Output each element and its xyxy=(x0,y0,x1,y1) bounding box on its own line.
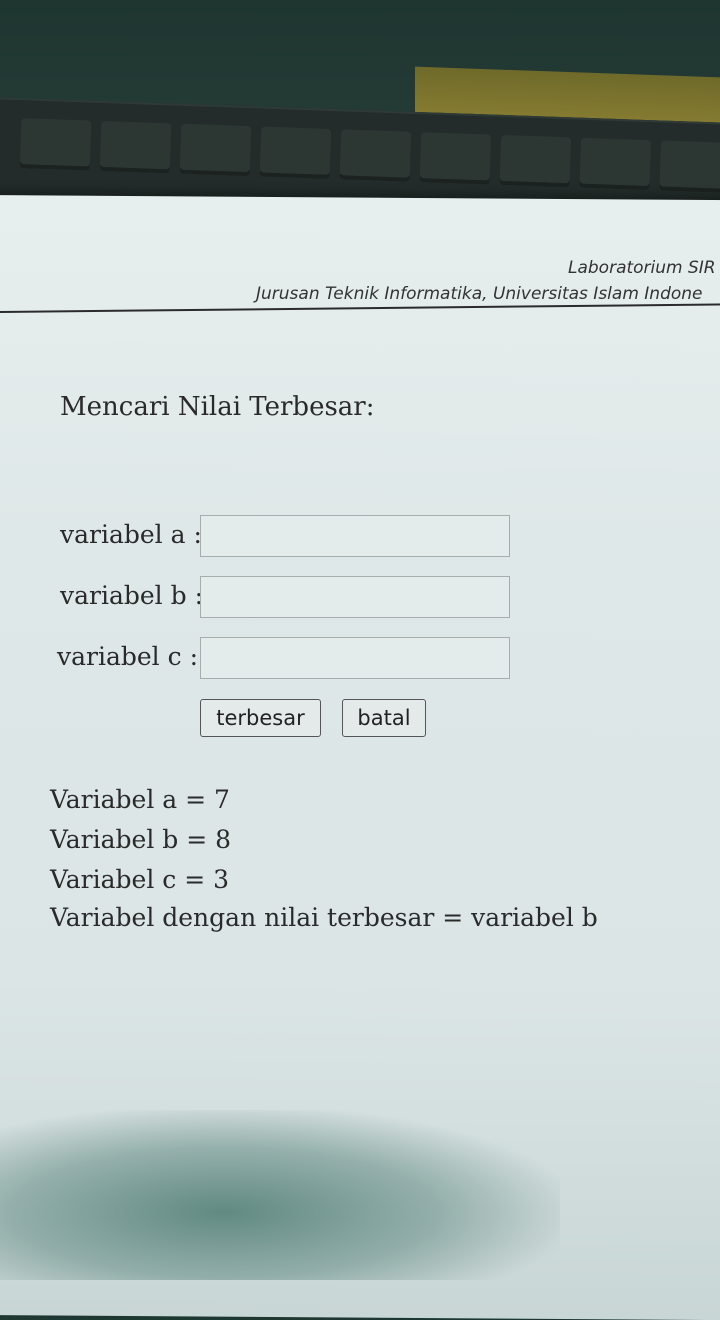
keyboard-key xyxy=(99,120,172,174)
result-line-b: Variabel b = 8 xyxy=(50,825,232,854)
keyboard-key xyxy=(579,137,652,191)
keyboard-key xyxy=(419,132,492,185)
input-variabel-b[interactable] xyxy=(200,576,510,618)
keyboard-key xyxy=(19,118,92,171)
label-variabel-a: variabel a : xyxy=(60,520,202,549)
input-variabel-a[interactable] xyxy=(200,515,510,557)
input-variabel-c[interactable] xyxy=(200,637,510,679)
terbesar-button[interactable]: terbesar xyxy=(200,699,321,737)
form-title: Mencari Nilai Terbesar: xyxy=(60,392,375,422)
batal-button[interactable]: batal xyxy=(342,699,426,737)
keyboard-key xyxy=(499,134,572,188)
header-lab-name: Laboratorium SIR xyxy=(568,258,716,278)
result-line-c: Variabel c = 3 xyxy=(50,865,230,894)
hand-shadow xyxy=(0,1110,560,1280)
header-department: Jurusan Teknik Informatika, Universitas … xyxy=(256,284,703,304)
keyboard-key xyxy=(259,126,332,179)
keyboard-key xyxy=(339,129,412,182)
result-largest: Variabel dengan nilai terbesar = variabe… xyxy=(50,903,598,932)
keyboard-key xyxy=(179,123,252,177)
label-variabel-b: variabel b : xyxy=(60,581,203,610)
result-line-a: Variabel a = 7 xyxy=(50,785,230,814)
keyboard-key xyxy=(659,140,720,193)
label-variabel-c: variabel c : xyxy=(57,642,198,671)
